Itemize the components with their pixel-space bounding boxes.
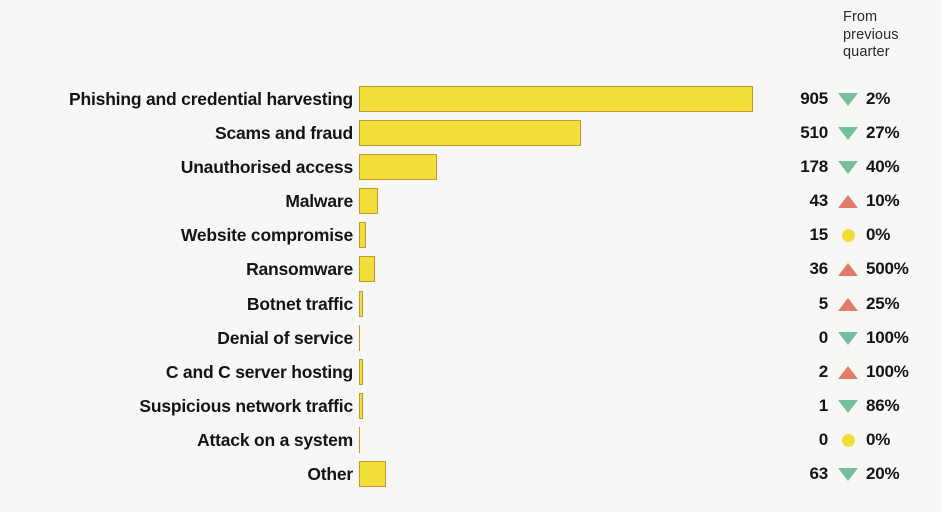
bar-track bbox=[359, 218, 759, 252]
chart-row: Website compromise 15 0% bbox=[0, 218, 942, 252]
change-indicator bbox=[838, 184, 858, 218]
bar-track bbox=[359, 355, 759, 389]
change-percent: 10% bbox=[866, 191, 900, 211]
change-percent: 86% bbox=[866, 395, 900, 415]
incident-count-value: 5 bbox=[818, 293, 828, 313]
incident-count-value: 43 bbox=[809, 191, 828, 211]
triangle-up-icon bbox=[838, 365, 858, 379]
circle-flat-icon bbox=[841, 433, 855, 447]
change-percent: 0% bbox=[866, 429, 891, 449]
chart-row: Ransomware 36 500% bbox=[0, 252, 942, 286]
incident-categories-bar-chart: From previous quarter Phishing and crede… bbox=[0, 0, 942, 512]
change-percent: 500% bbox=[866, 259, 909, 279]
chart-row: Botnet traffic 5 25% bbox=[0, 287, 942, 321]
chart-row: Denial of service 0 100% bbox=[0, 321, 942, 355]
change-percent: 2% bbox=[866, 89, 891, 108]
bar bbox=[359, 222, 366, 249]
bar bbox=[359, 358, 363, 385]
category-label: Attack on a system bbox=[197, 429, 353, 450]
incident-count-value: 905 bbox=[800, 89, 828, 108]
change-indicator bbox=[838, 116, 858, 150]
incident-count-value: 0 bbox=[818, 429, 828, 449]
chart-row: Unauthorised access 178 40% bbox=[0, 150, 942, 184]
bar-track bbox=[359, 252, 759, 286]
category-label: Denial of service bbox=[217, 327, 353, 348]
bar bbox=[359, 256, 375, 283]
bar-track bbox=[359, 423, 759, 457]
category-label: Malware bbox=[285, 191, 353, 212]
triangle-down-icon bbox=[838, 399, 858, 413]
change-indicator bbox=[838, 321, 858, 355]
chart-row: C and C server hosting 2 100% bbox=[0, 355, 942, 389]
incident-count-value: 1 bbox=[818, 395, 828, 415]
chart-row: Phishing and credential harvesting 905 2% bbox=[0, 82, 942, 116]
triangle-down-icon bbox=[838, 331, 858, 345]
change-indicator bbox=[838, 287, 858, 321]
change-percent: 40% bbox=[866, 157, 900, 177]
change-indicator bbox=[838, 457, 858, 491]
bar-track bbox=[359, 116, 759, 150]
triangle-up-icon bbox=[838, 297, 858, 311]
category-label: Ransomware bbox=[246, 259, 353, 280]
category-label: Other bbox=[307, 464, 353, 485]
triangle-down-icon bbox=[838, 93, 858, 106]
change-indicator bbox=[838, 218, 858, 252]
change-indicator bbox=[838, 423, 858, 457]
bar-track bbox=[359, 150, 759, 184]
change-column-header: From previous quarter bbox=[843, 9, 899, 60]
chart-row: Scams and fraud 510 27% bbox=[0, 116, 942, 150]
change-percent: 0% bbox=[866, 225, 891, 245]
change-indicator bbox=[838, 252, 858, 286]
incident-count-value: 2 bbox=[818, 361, 828, 381]
incident-count-value: 0 bbox=[818, 327, 828, 347]
change-percent: 20% bbox=[866, 464, 900, 484]
circle-flat-icon bbox=[841, 229, 855, 243]
incident-count-value: 510 bbox=[800, 123, 828, 143]
change-percent: 100% bbox=[866, 327, 909, 347]
triangle-down-icon bbox=[838, 161, 858, 175]
incident-count-value: 15 bbox=[809, 225, 828, 245]
triangle-down-icon bbox=[838, 127, 858, 141]
category-label: Unauthorised access bbox=[180, 157, 353, 178]
bar bbox=[359, 461, 387, 488]
incident-count-value: 36 bbox=[809, 259, 828, 279]
bar-track bbox=[359, 287, 759, 321]
change-indicator bbox=[838, 150, 858, 184]
bar bbox=[359, 188, 378, 215]
chart-row: Malware 43 10% bbox=[0, 184, 942, 218]
triangle-up-icon bbox=[838, 195, 858, 209]
change-indicator bbox=[838, 82, 858, 116]
bar bbox=[359, 392, 363, 419]
bar bbox=[359, 154, 437, 181]
change-indicator bbox=[838, 389, 858, 423]
chart-row: Attack on a system 0 0% bbox=[0, 423, 942, 457]
category-label: Phishing and credential harvesting bbox=[69, 89, 353, 109]
category-label: Website compromise bbox=[180, 225, 353, 246]
chart-row: Other 63 20% bbox=[0, 457, 942, 491]
change-percent: 27% bbox=[866, 123, 900, 143]
bar-track bbox=[359, 82, 759, 116]
category-label: Suspicious network traffic bbox=[139, 395, 353, 416]
bar-track bbox=[359, 457, 759, 491]
bar bbox=[359, 426, 361, 453]
bar-track bbox=[359, 321, 759, 355]
incident-count-value: 63 bbox=[809, 464, 828, 484]
chart-rows: Phishing and credential harvesting 905 2% S… bbox=[0, 82, 942, 491]
bar-track bbox=[359, 389, 759, 423]
bar bbox=[359, 290, 363, 317]
change-percent: 25% bbox=[866, 293, 900, 313]
bar bbox=[359, 86, 753, 112]
bar bbox=[359, 324, 361, 351]
bar-track bbox=[359, 184, 759, 218]
incident-count-value: 178 bbox=[800, 157, 828, 177]
bar bbox=[359, 120, 581, 147]
chart-row: Suspicious network traffic 1 86% bbox=[0, 389, 942, 423]
triangle-down-icon bbox=[838, 468, 858, 482]
change-percent: 100% bbox=[866, 361, 909, 381]
category-label: C and C server hosting bbox=[165, 361, 353, 382]
category-label: Scams and fraud bbox=[214, 123, 353, 144]
triangle-up-icon bbox=[838, 263, 858, 277]
category-label: Botnet traffic bbox=[246, 293, 353, 314]
change-indicator bbox=[838, 355, 858, 389]
